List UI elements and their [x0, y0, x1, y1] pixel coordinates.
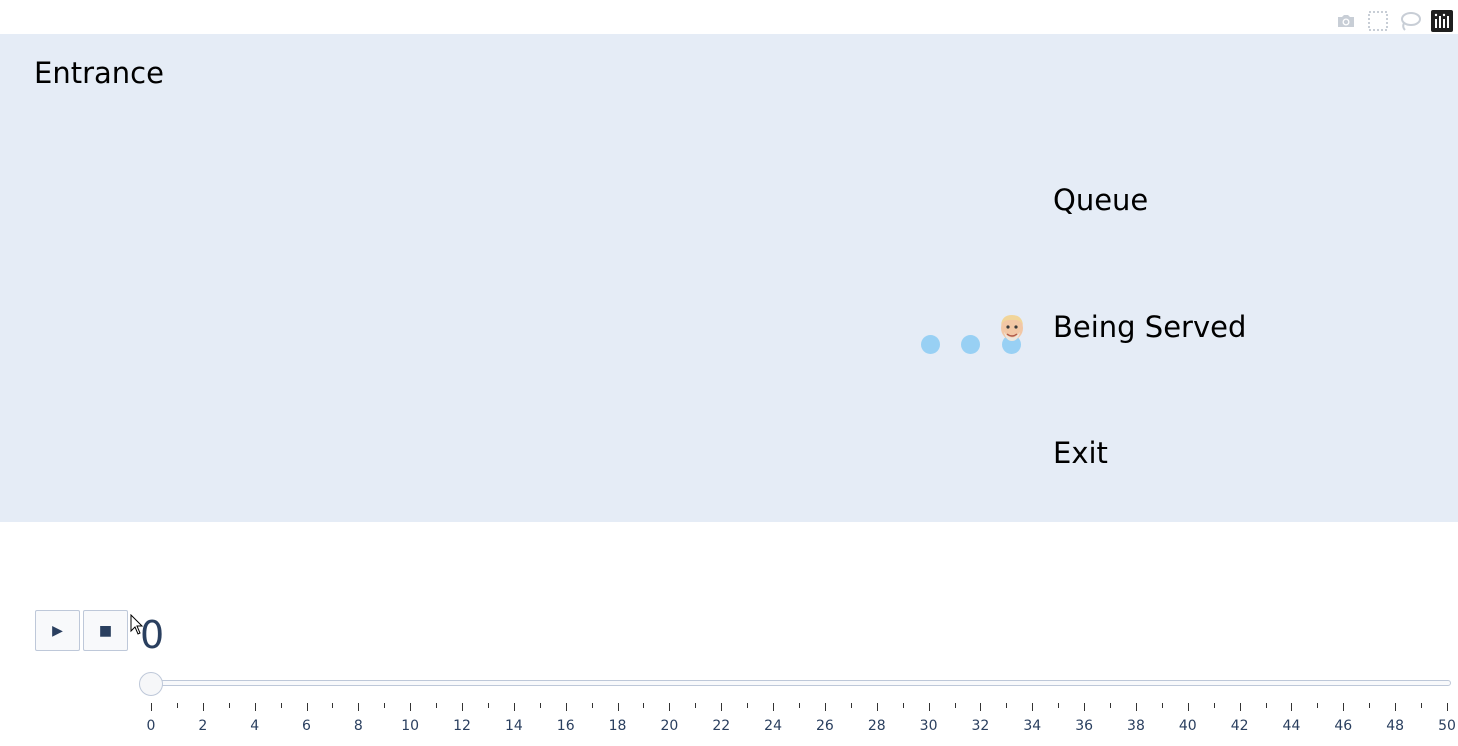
slider-minor-tick — [1058, 703, 1060, 708]
slider-major-tick — [306, 703, 308, 711]
slider-tick-label: 18 — [608, 718, 627, 734]
slider-tick-label: 2 — [198, 718, 208, 734]
plotly-logo-icon[interactable] — [1430, 9, 1454, 33]
slider-handle[interactable] — [139, 672, 163, 696]
slider-major-tick — [876, 703, 878, 711]
slider-tick-label: 16 — [556, 718, 575, 734]
slider-tick-label: 8 — [353, 718, 363, 734]
slider-major-tick — [1032, 703, 1034, 711]
slider-tick-label: 38 — [1127, 718, 1145, 734]
slider-tick-label: 34 — [1023, 718, 1042, 734]
slider-tick-label: 20 — [660, 718, 679, 734]
customer-marker[interactable] — [921, 335, 940, 354]
slider-minor-tick — [1421, 703, 1423, 708]
slider-minor-tick — [228, 703, 230, 708]
slider-major-tick — [980, 703, 982, 711]
slider-minor-tick — [695, 703, 697, 708]
modebar — [1334, 8, 1454, 34]
play-button[interactable]: ▶ — [35, 610, 80, 651]
play-icon: ▶ — [52, 622, 63, 639]
slider-tick-label: 22 — [712, 718, 731, 734]
slider-tick-label: 28 — [867, 718, 886, 734]
slider-minor-tick — [1006, 703, 1008, 708]
slider-major-tick — [513, 703, 515, 711]
slider-minor-tick — [176, 703, 178, 708]
entrance-label: Entrance — [34, 56, 164, 90]
slider-major-tick — [462, 703, 464, 711]
customer-marker[interactable] — [961, 335, 980, 354]
slider-minor-tick — [954, 703, 956, 708]
slider-major-tick — [773, 703, 775, 711]
slider-major-tick — [721, 703, 723, 711]
slider-tick-label: 4 — [250, 718, 260, 734]
slider-tick-label: 26 — [815, 718, 834, 734]
slider-minor-tick — [1369, 703, 1371, 708]
slider-minor-tick — [487, 703, 489, 708]
slider-minor-tick — [902, 703, 904, 708]
stop-icon: ■ — [98, 622, 113, 639]
slider-major-tick — [1239, 703, 1241, 711]
slider-major-tick — [669, 703, 671, 711]
lasso-select-icon[interactable] — [1398, 9, 1422, 33]
queue-label: Queue — [1053, 183, 1149, 217]
slider-major-tick — [1135, 703, 1137, 711]
being-served-label: Being Served — [1053, 310, 1247, 344]
slider-major-tick — [1395, 703, 1397, 711]
slider-major-tick — [1447, 703, 1448, 711]
slider-minor-tick — [591, 703, 593, 708]
slider-tick-label: 10 — [401, 718, 420, 734]
slider-minor-tick — [1161, 703, 1163, 708]
slider-minor-tick — [280, 703, 282, 708]
slider-major-tick — [202, 703, 204, 711]
slider-tick-label: 50 — [1438, 718, 1456, 734]
slider-major-tick — [254, 703, 256, 711]
slider-tick-label: 42 — [1230, 718, 1249, 734]
slider-major-tick — [1187, 703, 1189, 711]
slider-minor-tick — [799, 703, 800, 708]
slider-tick-label: 30 — [919, 718, 938, 734]
slider-minor-tick — [1317, 703, 1319, 708]
slider-major-tick — [617, 703, 619, 711]
slider-tick-label: 14 — [504, 718, 523, 734]
slider-major-tick — [410, 703, 412, 711]
stop-button[interactable]: ■ — [83, 610, 128, 651]
slider-tick-label: 0 — [146, 718, 156, 734]
slider-minor-tick — [1110, 703, 1112, 708]
slider-minor-tick — [850, 703, 852, 708]
slider-tick-label: 46 — [1334, 718, 1353, 734]
slider-major-tick — [1343, 703, 1345, 711]
slider-tick-label: 36 — [1075, 718, 1094, 734]
slider-major-tick — [1084, 703, 1086, 711]
current-frame-label: 0 — [140, 613, 165, 657]
slider-tick-label: 40 — [1178, 718, 1197, 734]
slider-major-tick — [928, 703, 930, 711]
slider-minor-tick — [384, 703, 386, 708]
camera-icon[interactable] — [1334, 9, 1358, 33]
slider-major-tick — [565, 703, 567, 711]
plot-area[interactable] — [0, 34, 1458, 522]
slider-tick-label: 32 — [971, 718, 990, 734]
slider-tick-label: 6 — [302, 718, 311, 734]
slider-tick-label: 24 — [764, 718, 782, 734]
exit-label: Exit — [1053, 436, 1108, 470]
slider-minor-tick — [436, 703, 438, 708]
slider-minor-tick — [643, 703, 645, 708]
slider-minor-tick — [747, 703, 749, 708]
slider-major-tick — [824, 703, 826, 711]
slider-minor-tick — [539, 703, 541, 708]
slider-rail[interactable] — [151, 680, 1451, 686]
slider-major-tick — [1291, 703, 1293, 711]
slider-tick-label: 12 — [453, 718, 471, 734]
slider-tick-label: 44 — [1282, 718, 1301, 734]
box-select-icon[interactable] — [1366, 9, 1390, 33]
slider-major-tick — [151, 703, 152, 711]
slider-tick-label: 48 — [1386, 718, 1405, 734]
slider-minor-tick — [1265, 703, 1267, 708]
slider-minor-tick — [332, 703, 334, 708]
slider-major-tick — [358, 703, 360, 711]
person-emoji-icon — [998, 313, 1026, 343]
slider-minor-tick — [1213, 703, 1215, 708]
